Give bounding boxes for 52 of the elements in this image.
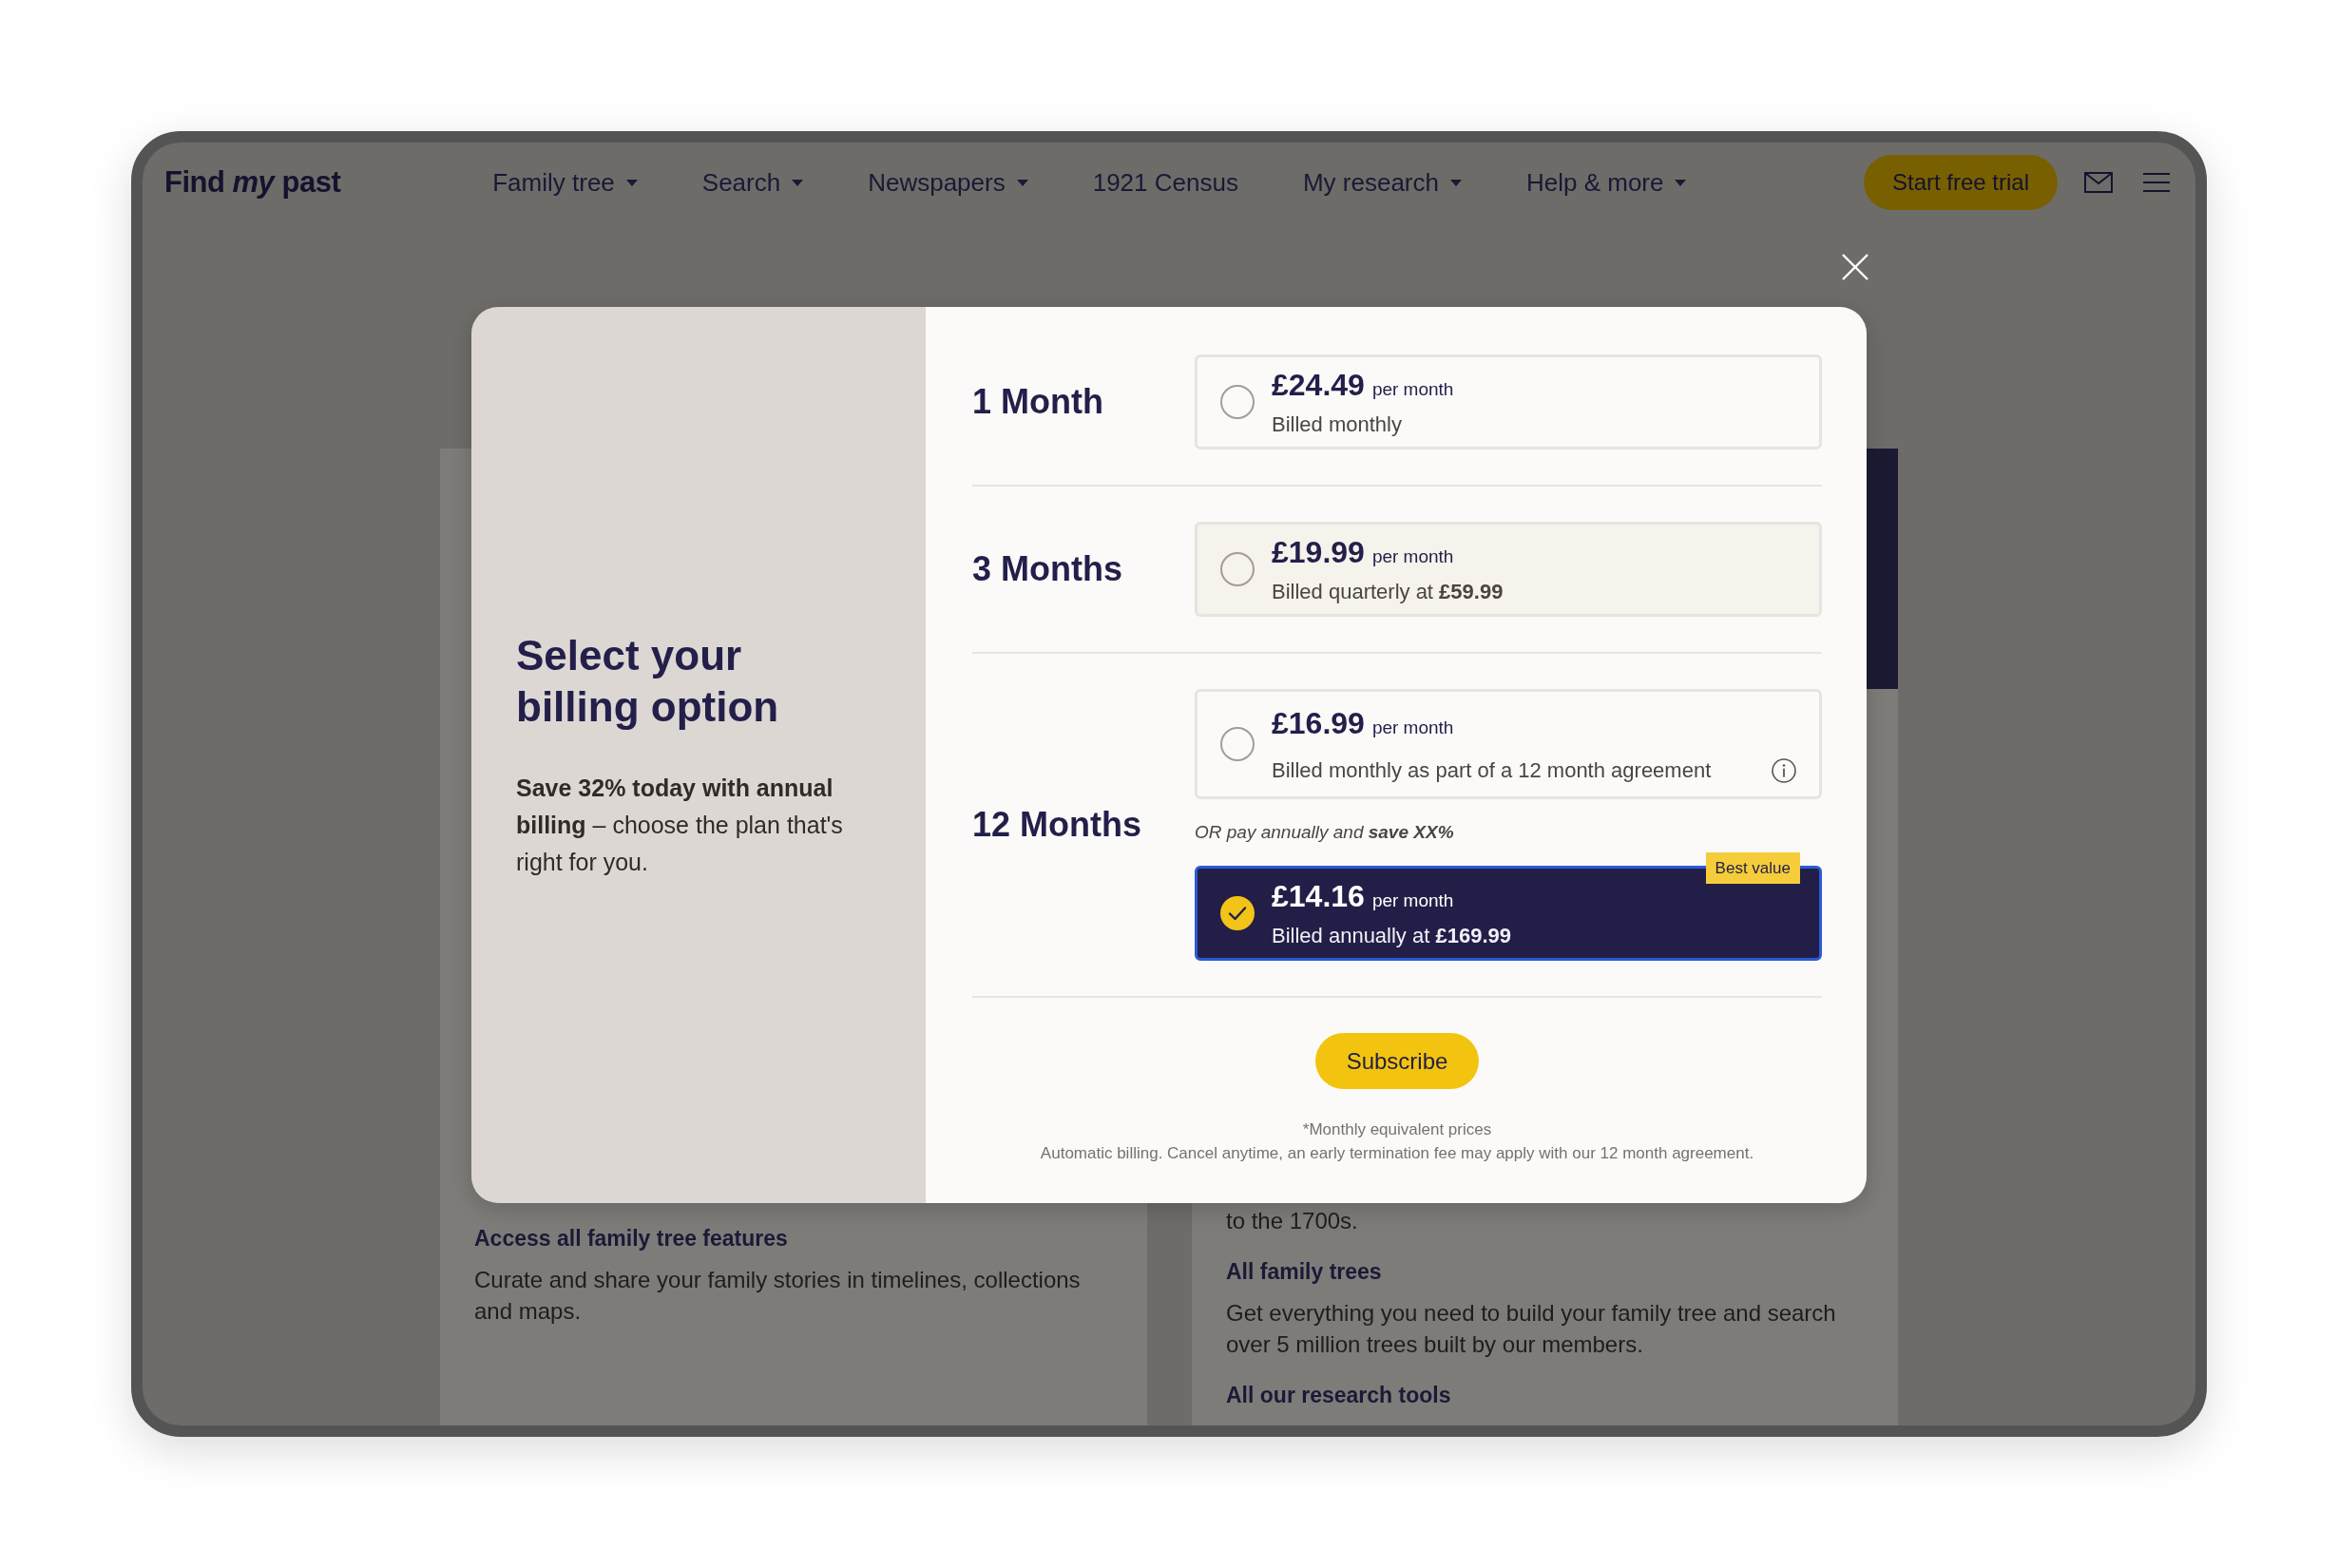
section-text: Get everything you need to build your family tree and search over 5 million trees built by our members. bbox=[1226, 1299, 1837, 1359]
section-text: Curate and share your family stories in timelines, collections and maps. bbox=[474, 1266, 1082, 1326]
nav-link[interactable]: 1921 Census bbox=[1092, 167, 1238, 198]
billing-text: Billed monthly as part of a 12 month agreement bbox=[1272, 756, 1712, 784]
nav-menu-item[interactable]: Family tree bbox=[492, 167, 638, 198]
dialog-intro-text: Save 32% today with annual billing – choose the plan that's right for you. bbox=[516, 773, 844, 877]
section-text: to the 1700s. bbox=[1226, 1207, 1359, 1235]
section-heading: All our research tools bbox=[1226, 1382, 1452, 1409]
nav-menu-item[interactable]: Search bbox=[701, 167, 804, 198]
footnote-text: *Monthly equivalent prices bbox=[1302, 1119, 1492, 1140]
section-heading: All family trees bbox=[1226, 1258, 1383, 1286]
price-unit-text: per month bbox=[1371, 545, 1454, 568]
close-icon[interactable] bbox=[1842, 254, 1868, 280]
logo[interactable]: Find my past bbox=[164, 165, 341, 200]
dialog-title: Select your billing option bbox=[516, 630, 780, 732]
section-heading: Access all family tree features bbox=[474, 1225, 789, 1252]
menu-icon[interactable] bbox=[2143, 173, 2170, 192]
plan-option-card[interactable]: £19.99 per month Billed quarterly at £59.99 bbox=[1195, 522, 1822, 617]
price-unit-text: per month bbox=[1371, 377, 1454, 401]
radio-button[interactable] bbox=[1220, 727, 1255, 761]
price-unit-text: per month bbox=[1371, 716, 1454, 739]
radio-button[interactable] bbox=[1220, 896, 1255, 930]
caret-icon bbox=[792, 179, 804, 186]
best-value-badge: Best value bbox=[1705, 852, 1800, 884]
billing-text: Billed annually at £169.99 bbox=[1272, 922, 1511, 949]
subscribe-button[interactable]: Subscribe bbox=[1314, 1033, 1480, 1089]
caret-icon bbox=[625, 179, 638, 186]
plan-label: 12 Months bbox=[972, 805, 1142, 845]
nav-menu-item[interactable]: Help & more bbox=[1526, 167, 1687, 198]
mail-icon[interactable] bbox=[2084, 172, 2113, 193]
nav-menu-item[interactable]: My research bbox=[1302, 167, 1462, 198]
billing-text: Billed quarterly at £59.99 bbox=[1272, 578, 1504, 605]
billing-text: Billed monthly bbox=[1272, 411, 1402, 438]
footnote-text: Automatic billing. Cancel anytime, an early termination fee may apply with our 12 month agreement. bbox=[1040, 1143, 1754, 1164]
plan-label: 3 Months bbox=[972, 549, 1123, 589]
info-icon[interactable] bbox=[1772, 757, 1796, 783]
caret-icon bbox=[1450, 179, 1462, 186]
annual-note-text: OR pay annually and save XX% bbox=[1195, 821, 1454, 844]
plan-option-card[interactable]: £16.99 per month Billed monthly as part of a 12 month agreement bbox=[1195, 689, 1822, 799]
price-unit-text: per month bbox=[1371, 889, 1454, 912]
plan-option-card[interactable]: £24.49 per month Billed monthly bbox=[1195, 354, 1822, 449]
price-text: £24.49 bbox=[1272, 366, 1365, 404]
plan-label: 1 Month bbox=[972, 382, 1104, 422]
radio-button[interactable] bbox=[1220, 385, 1255, 419]
price-text: £19.99 bbox=[1272, 533, 1365, 571]
radio-button[interactable] bbox=[1220, 552, 1255, 586]
start-trial-button[interactable]: Start free trial bbox=[1863, 155, 2058, 210]
caret-icon bbox=[1016, 179, 1028, 186]
price-text: £14.16 bbox=[1272, 877, 1365, 915]
nav-menu-item[interactable]: Newspapers bbox=[868, 167, 1028, 198]
price-text: £16.99 bbox=[1272, 704, 1365, 742]
caret-icon bbox=[1675, 179, 1687, 186]
